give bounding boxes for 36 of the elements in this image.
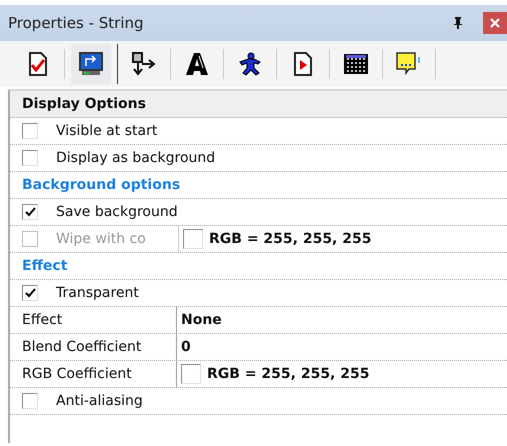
checkbox-label: Visible at start <box>56 123 158 139</box>
close-icon <box>490 18 500 28</box>
property-value[interactable]: RGB = 255, 255, 255 <box>207 366 370 382</box>
speech-note-icon <box>395 51 423 77</box>
color-swatch[interactable] <box>183 229 203 249</box>
property-value: RGB = 255, 255, 255 <box>209 231 372 247</box>
monitor-icon <box>78 52 104 76</box>
category-heading: Background options <box>22 177 180 193</box>
checkbox-label: Display as background <box>56 150 216 166</box>
font-icon <box>185 52 209 76</box>
pin-icon[interactable] <box>453 17 463 29</box>
table-icon <box>343 53 369 75</box>
close-button[interactable] <box>483 12 507 34</box>
checkbox[interactable] <box>22 393 38 409</box>
window-title: Properties - String <box>8 14 145 32</box>
category-heading: Display Options <box>22 96 146 112</box>
category-heading: Effect <box>22 258 68 274</box>
checked-page-icon <box>27 52 49 76</box>
property-name: RGB Coefficient <box>22 361 177 387</box>
checkbox[interactable] <box>22 204 38 220</box>
toolbar-button[interactable] <box>71 44 111 84</box>
checkbox-label: Anti-aliasing <box>56 393 143 409</box>
checkbox[interactable] <box>22 285 38 301</box>
property-name: Blend Coefficient <box>22 334 177 360</box>
running-figure-icon <box>237 52 263 76</box>
property-value[interactable]: None <box>181 312 222 328</box>
flow-arrows-icon <box>131 52 157 76</box>
color-swatch[interactable] <box>181 364 201 384</box>
checkbox[interactable] <box>22 150 38 166</box>
checkbox-label: Wipe with co <box>56 231 146 247</box>
play-page-icon <box>293 52 313 76</box>
checkbox-label: Save background <box>56 204 178 220</box>
checkbox[interactable] <box>22 123 38 139</box>
property-name: Effect <box>22 307 177 333</box>
checkbox-label: Transparent <box>56 285 139 301</box>
property-value[interactable]: 0 <box>181 339 191 355</box>
